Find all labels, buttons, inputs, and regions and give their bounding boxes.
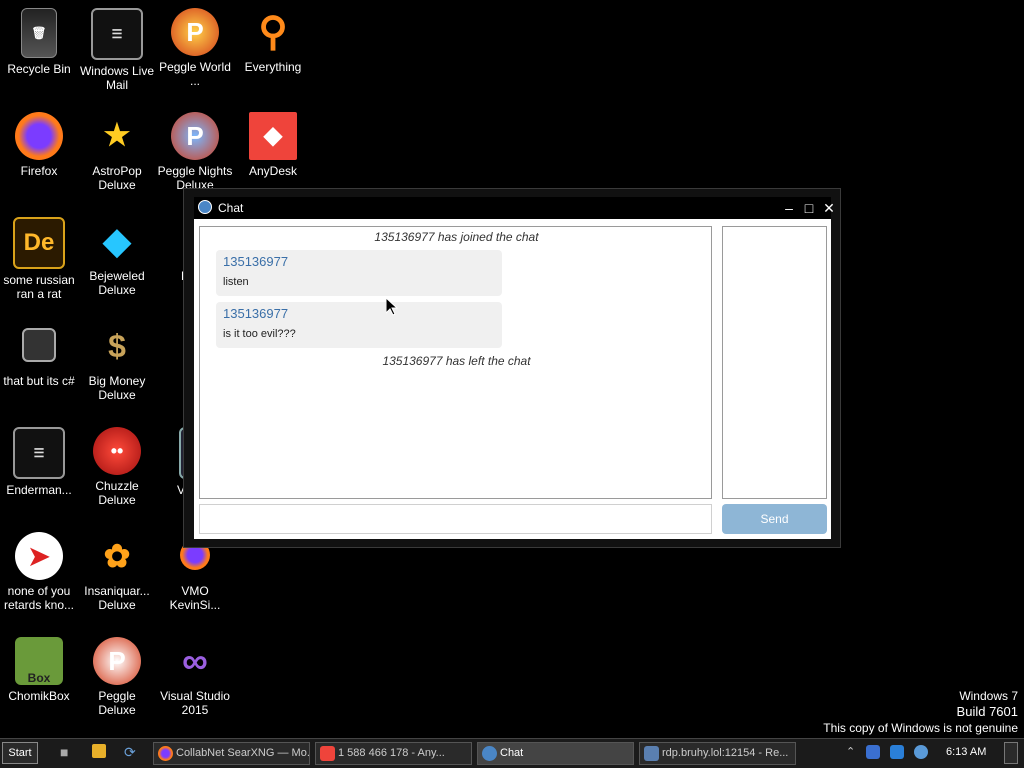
ql-desktop-icon[interactable]: ■ bbox=[60, 744, 78, 762]
watermark-build: Build 7601 bbox=[956, 704, 1018, 719]
task-chat[interactable]: Chat bbox=[477, 742, 634, 765]
desktop-icon-peggle-world[interactable]: P Peggle World ... bbox=[156, 8, 234, 88]
visual-studio-icon: ∞ bbox=[182, 640, 208, 681]
tray-network-icon[interactable] bbox=[866, 745, 880, 759]
peggle-icon: P bbox=[93, 637, 141, 685]
desktop-icon-anydesk[interactable]: ◆ AnyDesk bbox=[234, 112, 312, 178]
desktop-icon-visual-studio[interactable]: ∞ Visual Studio 2015 bbox=[156, 637, 234, 718]
remote-desktop-icon bbox=[644, 746, 659, 761]
start-button[interactable]: Start bbox=[2, 742, 38, 764]
desktop-icon-recycle-bin[interactable]: 🗑 Recycle Bin bbox=[0, 8, 78, 76]
task-anydesk[interactable]: 1 588 466 178 - Any... bbox=[315, 742, 472, 765]
minimize-button[interactable]: – bbox=[780, 199, 798, 217]
desktop-icon-chuzzle[interactable]: •• Chuzzle Deluxe bbox=[78, 427, 156, 507]
peggle-nights-icon: P bbox=[171, 112, 219, 160]
mail-icon: ☰ bbox=[13, 427, 65, 479]
system-message: 135136977 has left the chat bbox=[382, 354, 531, 368]
firefox-icon bbox=[158, 746, 173, 761]
message-author: 135136977 bbox=[223, 306, 289, 321]
search-icon: ⚲ bbox=[258, 10, 288, 54]
chat-icon bbox=[482, 746, 497, 761]
system-message: 135136977 has joined the chat bbox=[374, 230, 539, 244]
message-bubble: 135136977 is it too evil??? bbox=[216, 302, 502, 348]
chat-app-icon bbox=[198, 200, 212, 214]
watermark-os: Windows 7 bbox=[959, 689, 1018, 703]
chat-window: Chat – □ ✕ 135136977 has joined the chat… bbox=[183, 188, 841, 548]
anydesk-icon bbox=[320, 746, 335, 761]
message-bubble: 135136977 listen bbox=[216, 250, 502, 296]
show-desktop-button[interactable] bbox=[1004, 742, 1018, 764]
desktop-icon-peggle-deluxe[interactable]: P Peggle Deluxe bbox=[78, 637, 156, 717]
ql-ie-icon[interactable]: ⟳ bbox=[124, 744, 142, 762]
desktop-icon-astropop[interactable]: ★ AstroPop Deluxe bbox=[78, 112, 156, 193]
fish-icon: ✿ bbox=[103, 538, 131, 574]
hamster-icon: Box bbox=[15, 637, 63, 685]
desktop-icon-windows-live-mail[interactable]: ☰ Windows Live Mail bbox=[78, 8, 156, 92]
close-button[interactable]: ✕ bbox=[820, 199, 838, 217]
message-author: 135136977 bbox=[223, 254, 289, 269]
desktop-icon-none-of-you[interactable]: ➤ none of you retards kno... bbox=[0, 532, 78, 612]
peggle-icon: P bbox=[171, 8, 219, 56]
message-text: is it too evil??? bbox=[223, 328, 296, 340]
desktop-icon-enderman[interactable]: ☰ Enderman... bbox=[0, 427, 78, 497]
shortcut-icon bbox=[22, 328, 56, 362]
chat-client-area: 135136977 has joined the chat 135136977 … bbox=[194, 219, 831, 539]
tray-volume-icon[interactable] bbox=[914, 745, 928, 759]
mail-icon: ☰ bbox=[91, 8, 143, 60]
task-searxng[interactable]: CollabNet SearXNG — Mo... bbox=[153, 742, 310, 765]
firefox-icon bbox=[15, 112, 63, 160]
taskbar: Start ■ ⟳ CollabNet SearXNG — Mo... 1 58… bbox=[0, 738, 1024, 768]
chuzzle-icon: •• bbox=[93, 427, 141, 475]
money-bag-icon: $ bbox=[108, 328, 126, 364]
task-remote-desktop[interactable]: rdp.bruhy.lol:12154 - Re... bbox=[639, 742, 796, 765]
messages-panel[interactable]: 135136977 has joined the chat 135136977 … bbox=[199, 226, 712, 499]
anydesk-icon: ◆ bbox=[249, 112, 297, 160]
send-button[interactable]: Send bbox=[722, 504, 827, 534]
message-text: listen bbox=[223, 276, 249, 288]
desktop-icon-big-money[interactable]: $ Big Money Deluxe bbox=[78, 322, 156, 402]
recycle-bin-icon: 🗑 bbox=[21, 8, 57, 58]
tray-app-icon[interactable] bbox=[890, 745, 904, 759]
desktop-icon-bejeweled[interactable]: ◆ Bejeweled Deluxe bbox=[78, 217, 156, 298]
desktop-icon-some-russian-ran-a-rat[interactable]: De some russian ran a rat bbox=[0, 217, 78, 301]
window-title: Chat bbox=[218, 201, 244, 215]
gem-icon: ◆ bbox=[103, 220, 131, 261]
desktop-icon-firefox[interactable]: Firefox bbox=[0, 112, 78, 178]
users-panel[interactable] bbox=[722, 226, 827, 499]
desktop-icon-that-but-its-csharp[interactable]: that but its c# bbox=[0, 322, 78, 388]
message-input[interactable] bbox=[199, 504, 712, 534]
desktop-icon-peggle-nights[interactable]: P Peggle Nights Deluxe bbox=[156, 112, 234, 192]
desktop-icon-insaniquarium[interactable]: ✿ Insaniquar... Deluxe bbox=[78, 532, 156, 612]
watermark-genuine: This copy of Windows is not genuine bbox=[823, 721, 1018, 735]
windows-watermark: Windows 7 Build 7601 This copy of Window… bbox=[823, 688, 1018, 736]
mouse-cursor-icon bbox=[386, 298, 398, 316]
document-icon: De bbox=[13, 217, 65, 269]
astropop-icon: ★ bbox=[103, 119, 131, 152]
desktop-icon-everything[interactable]: ⚲ Everything bbox=[234, 8, 312, 74]
clock[interactable]: 6:13 AM bbox=[946, 746, 986, 758]
tray-overflow-icon[interactable]: ⌃ bbox=[846, 745, 860, 759]
desktop-icon-chomikbox[interactable]: Box ChomikBox bbox=[0, 637, 78, 703]
chat-titlebar[interactable]: Chat – □ ✕ bbox=[194, 197, 835, 219]
ql-explorer-icon[interactable] bbox=[92, 744, 106, 758]
bird-icon: ➤ bbox=[15, 532, 63, 580]
maximize-button[interactable]: □ bbox=[800, 199, 818, 217]
